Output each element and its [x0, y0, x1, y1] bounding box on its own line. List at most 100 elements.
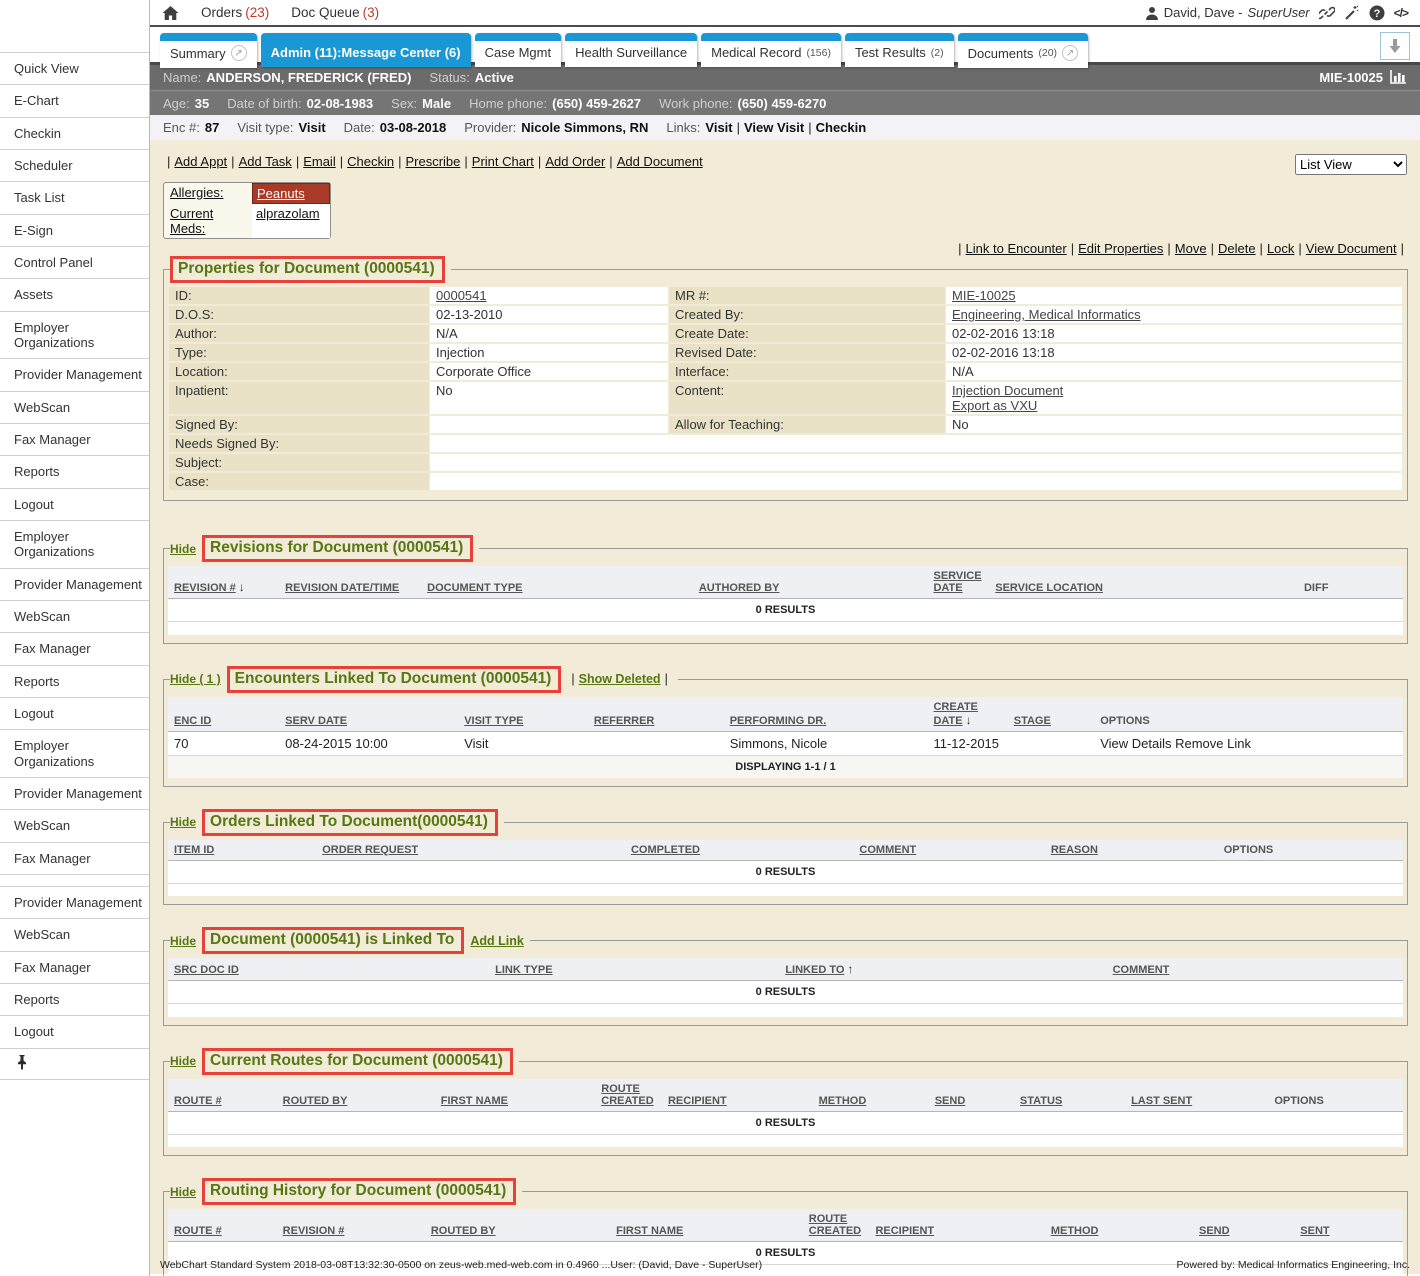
sidebar-item-checkin[interactable]: Checkin [0, 118, 149, 150]
sidebar-item-reports[interactable]: Reports [0, 666, 149, 698]
sidebar-item-webscan[interactable]: WebScan [0, 810, 149, 842]
col-sort-link[interactable]: ROUTE CREATED [809, 1213, 861, 1237]
current-meds-link[interactable]: Current Meds: [170, 206, 213, 236]
action-email[interactable]: Email [303, 154, 336, 169]
sidebar-item-logout[interactable]: Logout [0, 1016, 149, 1048]
action-add-appt[interactable]: Add Appt [174, 154, 227, 169]
sort-up-icon[interactable]: ↑ [847, 962, 853, 976]
tab-medical-record[interactable]: Medical Record(156) [701, 33, 841, 67]
hide-link-linked-to[interactable]: Hide [170, 934, 196, 948]
sidebar-item-quick-view[interactable]: Quick View [0, 53, 149, 85]
hide-link-routing-history[interactable]: Hide [170, 1185, 196, 1199]
code-icon[interactable]: </> [1394, 6, 1408, 20]
sidebar-item-provider-management[interactable]: Provider Management [0, 887, 149, 919]
topbar-menu-orders[interactable]: Orders(23) [201, 5, 269, 20]
col-sort-link[interactable]: FIRST NAME [441, 1095, 508, 1107]
col-sort-link[interactable]: RECIPIENT [668, 1095, 727, 1107]
sidebar-item-employer-organizations[interactable]: Employer Organizations [0, 521, 149, 569]
sidebar-item-blank[interactable] [0, 875, 149, 887]
col-sort-link[interactable]: SEND [935, 1095, 966, 1107]
col-sort-link[interactable]: STATUS [1020, 1095, 1062, 1107]
doc-action-delete[interactable]: Delete [1218, 241, 1256, 256]
col-sort-link[interactable]: ROUTED BY [283, 1095, 348, 1107]
col-sort-link[interactable]: SERVICE DATE [933, 570, 981, 594]
col-sort-link[interactable]: ITEM ID [174, 844, 214, 856]
tab-admin-11-message-center-6[interactable]: Admin (11):Message Center (6) [261, 33, 471, 67]
col-sort-link[interactable]: SERV DATE [285, 715, 347, 727]
tab-summary[interactable]: Summary↗ [160, 33, 257, 68]
sidebar-item-e-chart[interactable]: E-Chart [0, 85, 149, 117]
col-sort-link[interactable]: REFERRER [594, 715, 655, 727]
action-checkin[interactable]: Checkin [347, 154, 394, 169]
col-sort-link[interactable]: LINKED TO [785, 964, 844, 976]
action-prescribe[interactable]: Prescribe [405, 154, 460, 169]
action-add-document[interactable]: Add Document [617, 154, 703, 169]
col-sort-link[interactable]: STAGE [1014, 715, 1051, 727]
download-button[interactable] [1380, 32, 1410, 60]
action-add-task[interactable]: Add Task [239, 154, 292, 169]
col-sort-link[interactable]: SERVICE LOCATION [995, 582, 1103, 594]
col-sort-link[interactable]: ORDER REQUEST [322, 844, 418, 856]
action-add-order[interactable]: Add Order [545, 154, 605, 169]
sidebar-item-logout[interactable]: Logout [0, 489, 149, 521]
help-icon[interactable]: ? [1369, 5, 1385, 21]
col-sort-link[interactable]: COMPLETED [631, 844, 700, 856]
sort-down-icon[interactable]: ↓ [239, 580, 245, 594]
col-sort-link[interactable]: SRC DOC ID [174, 964, 239, 976]
sidebar-pin[interactable] [0, 1049, 149, 1080]
hide-link-current-routes[interactable]: Hide [170, 1054, 196, 1068]
action-print-chart[interactable]: Print Chart [472, 154, 534, 169]
tab-test-results[interactable]: Test Results(2) [845, 33, 954, 67]
col-sort-link[interactable]: PERFORMING DR. [730, 715, 827, 727]
prop-value-link[interactable]: Export as VXU [952, 398, 1037, 413]
col-sort-link[interactable]: ENC ID [174, 715, 211, 727]
col-sort-link[interactable]: REASON [1051, 844, 1098, 856]
col-sort-link[interactable]: REVISION # [283, 1225, 345, 1237]
col-sort-link[interactable]: SENT [1300, 1225, 1329, 1237]
col-sort-link[interactable]: COMMENT [1113, 964, 1170, 976]
link-icon[interactable] [1319, 5, 1335, 21]
col-sort-link[interactable]: REVISION DATE/TIME [285, 582, 399, 594]
topbar-menu-doc-queue[interactable]: Doc Queue(3) [291, 5, 379, 20]
tab-documents[interactable]: Documents(20)↗ [958, 33, 1088, 68]
col-sort-link[interactable]: VISIT TYPE [464, 715, 523, 727]
col-sort-link[interactable]: COMMENT [859, 844, 916, 856]
hide-link-encounters[interactable]: Hide ( 1 ) [170, 672, 221, 686]
doc-action-move[interactable]: Move [1175, 241, 1207, 256]
prop-value-link[interactable]: MIE-10025 [952, 288, 1016, 303]
sidebar-item-scheduler[interactable]: Scheduler [0, 150, 149, 182]
sidebar-item-fax-manager[interactable]: Fax Manager [0, 424, 149, 456]
sidebar-item-provider-management[interactable]: Provider Management [0, 569, 149, 601]
col-sort-link[interactable]: ROUTE # [174, 1095, 222, 1107]
col-sort-link[interactable]: LINK TYPE [495, 964, 552, 976]
doc-action-lock[interactable]: Lock [1267, 241, 1294, 256]
sidebar-item-employer-organizations[interactable]: Employer Organizations [0, 312, 149, 360]
enc-link-view-visit[interactable]: View Visit [744, 120, 804, 135]
allergy-peanuts-link[interactable]: Peanuts [257, 186, 305, 201]
popout-icon[interactable]: ↗ [1062, 45, 1078, 61]
col-sort-link[interactable]: ROUTE # [174, 1225, 222, 1237]
col-sort-link[interactable]: ROUTE CREATED [601, 1083, 653, 1107]
allergies-link[interactable]: Allergies: [170, 185, 223, 200]
col-sort-link[interactable]: SEND [1199, 1225, 1230, 1237]
prop-value-link[interactable]: Injection Document [952, 383, 1063, 398]
prop-value-link[interactable]: Engineering, Medical Informatics [952, 307, 1141, 322]
col-sort-link[interactable]: ROUTED BY [431, 1225, 496, 1237]
sidebar-item-fax-manager[interactable]: Fax Manager [0, 843, 149, 875]
sidebar-item-assets[interactable]: Assets [0, 279, 149, 311]
enc-link-checkin[interactable]: Checkin [816, 120, 867, 135]
col-sort-link[interactable]: DOCUMENT TYPE [427, 582, 522, 594]
col-sort-link[interactable]: AUTHORED BY [699, 582, 780, 594]
sidebar-item-fax-manager[interactable]: Fax Manager [0, 633, 149, 665]
col-sort-link[interactable]: REVISION # [174, 582, 236, 594]
col-sort-link[interactable]: RECIPIENT [875, 1225, 934, 1237]
extra-link-show-deleted[interactable]: Show Deleted [579, 672, 661, 686]
sidebar-item-webscan[interactable]: WebScan [0, 392, 149, 424]
chart-icon[interactable] [1390, 70, 1407, 85]
hide-link-revisions[interactable]: Hide [170, 542, 196, 556]
popout-icon[interactable]: ↗ [231, 45, 247, 61]
col-sort-link[interactable]: FIRST NAME [616, 1225, 683, 1237]
sidebar-item-control-panel[interactable]: Control Panel [0, 247, 149, 279]
sidebar-item-employer-organizations[interactable]: Employer Organizations [0, 730, 149, 778]
tab-case-mgmt[interactable]: Case Mgmt [475, 33, 561, 67]
